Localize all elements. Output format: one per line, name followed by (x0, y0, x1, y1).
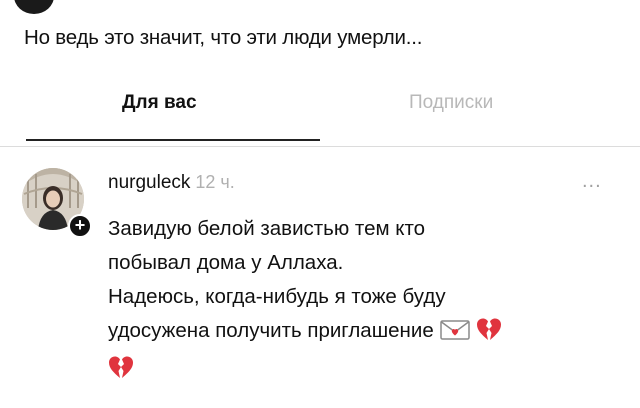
active-tab-indicator (26, 139, 320, 141)
feed-tabs: Для вас Подписки (0, 80, 640, 144)
tab-for-you[interactable]: Для вас (122, 92, 197, 114)
partial-avatar (14, 0, 54, 14)
post-timestamp: 12 ч. (195, 172, 235, 192)
tabs-divider (0, 146, 640, 147)
caption-text: Но ведь это значит, что эти люди умерли.… (24, 26, 423, 49)
post-body: Завидую белой завистью тем кто побывал д… (108, 212, 633, 386)
post-text-line-3: Надеюсь, когда-нибудь я тоже буду (108, 285, 446, 308)
post-text-line-2: побывал дома у Аллаха. (108, 251, 344, 274)
username[interactable]: nurguleck (108, 172, 190, 193)
broken-heart-icon (108, 355, 134, 390)
post-text-line-4-text: удосужена получить приглашение (108, 319, 434, 342)
love-letter-icon (439, 318, 470, 352)
more-options-button[interactable]: ... (582, 170, 602, 193)
broken-heart-icon (476, 317, 502, 352)
post-header: nurguleck 12 ч. (108, 172, 235, 194)
post-emoji-line (108, 352, 633, 386)
post-text-line-1: Завидую белой завистью тем кто (108, 217, 426, 240)
tab-subscriptions[interactable]: Подписки (409, 92, 493, 114)
follow-plus-icon[interactable]: + (68, 214, 92, 238)
post-text-line-4: удосужена получить приглашение (108, 314, 633, 352)
